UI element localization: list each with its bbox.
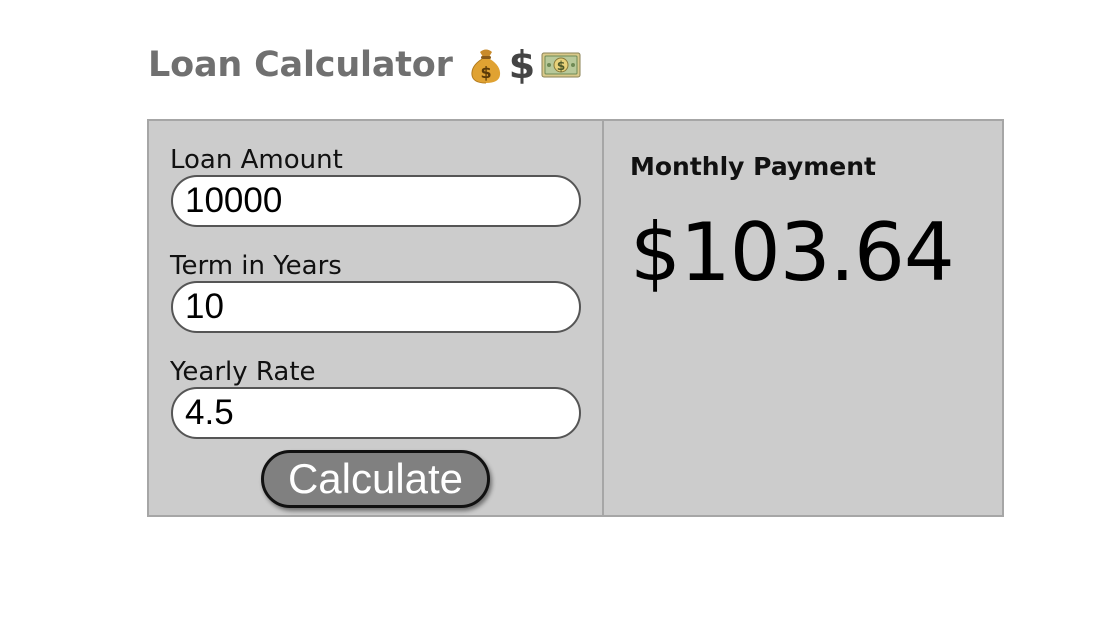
loan-input-panel: Loan Amount Term in Years Yearly Rate Ca… [147,119,604,517]
yearly-rate-label: Yearly Rate [170,357,316,387]
monthly-payment-label: Monthly Payment [630,152,876,181]
title-icons: $ $ $ [469,46,581,84]
calculate-button[interactable]: Calculate [261,450,490,508]
loan-amount-input[interactable] [171,175,581,227]
term-years-input[interactable] [171,281,581,333]
money-bag-icon: $ [471,49,500,84]
result-panel: Monthly Payment $103.64 [602,119,1004,517]
dollar-banknote-icon: $ [541,52,581,78]
monthly-payment-value: $103.64 [630,206,955,299]
page-title-row: Loan Calculator $ $ $ [148,40,581,90]
yearly-rate-input[interactable] [171,387,581,439]
svg-text:$: $ [557,59,565,73]
dollar-sign-icon: $ [508,43,535,87]
svg-text:$: $ [480,63,491,82]
loan-amount-label: Loan Amount [170,145,343,175]
page-title: Loan Calculator [148,45,453,85]
term-years-label: Term in Years [170,251,342,281]
